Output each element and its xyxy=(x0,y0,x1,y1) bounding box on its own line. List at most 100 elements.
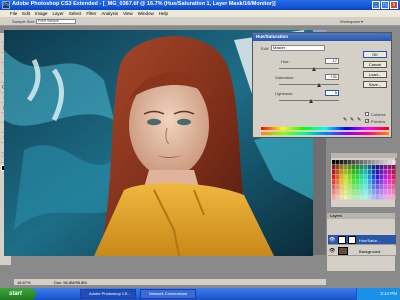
taskbar-item-photoshop[interactable]: Adobe Photoshop CS... xyxy=(80,289,136,299)
swatch[interactable] xyxy=(360,185,364,190)
swatch[interactable] xyxy=(372,185,376,190)
menu-edit[interactable]: Edit xyxy=(22,11,30,16)
swatch[interactable] xyxy=(380,195,384,200)
colorize-checkbox[interactable] xyxy=(365,112,369,116)
eyedropper-icon[interactable]: ✎ xyxy=(343,117,347,123)
swatch[interactable] xyxy=(376,190,380,195)
swatch[interactable] xyxy=(344,180,348,185)
swatch[interactable] xyxy=(344,185,348,190)
swatch[interactable] xyxy=(380,180,384,185)
swatch[interactable] xyxy=(380,170,384,175)
swatch[interactable] xyxy=(384,190,388,195)
swatch[interactable] xyxy=(340,195,344,200)
swatch[interactable] xyxy=(360,170,364,175)
swatch[interactable] xyxy=(348,190,352,195)
menu-file[interactable]: File xyxy=(10,11,17,16)
swatch[interactable] xyxy=(368,185,372,190)
swatch[interactable] xyxy=(336,160,340,165)
swatch[interactable] xyxy=(340,180,344,185)
swatch[interactable] xyxy=(372,160,376,165)
menu-view[interactable]: View xyxy=(123,11,133,16)
swatch[interactable] xyxy=(376,185,380,190)
swatch[interactable] xyxy=(356,185,360,190)
swatch[interactable] xyxy=(356,175,360,180)
swatch[interactable] xyxy=(368,160,372,165)
swatch[interactable] xyxy=(388,165,392,170)
swatch[interactable] xyxy=(348,180,352,185)
swatch[interactable] xyxy=(392,170,396,175)
swatch[interactable] xyxy=(360,175,364,180)
swatch[interactable] xyxy=(380,160,384,165)
swatch[interactable] xyxy=(384,195,388,200)
swatch[interactable] xyxy=(352,175,356,180)
swatch[interactable] xyxy=(336,165,340,170)
eye-icon[interactable]: 👁 xyxy=(329,237,335,243)
swatch[interactable] xyxy=(392,185,396,190)
swatch[interactable] xyxy=(336,195,340,200)
eyedropper-plus-icon[interactable]: ✎ xyxy=(350,117,354,123)
swatch[interactable] xyxy=(388,170,392,175)
swatch[interactable] xyxy=(388,180,392,185)
swatch[interactable] xyxy=(332,180,336,185)
swatch[interactable] xyxy=(344,195,348,200)
load-button[interactable]: Load... xyxy=(363,71,387,78)
swatch[interactable] xyxy=(336,175,340,180)
eyedropper-minus-icon[interactable]: ✎ xyxy=(357,117,361,123)
swatch[interactable] xyxy=(388,185,392,190)
swatch[interactable] xyxy=(364,170,368,175)
swatch[interactable] xyxy=(392,160,396,165)
workspace-button[interactable]: Workspace ▾ xyxy=(340,19,363,24)
swatch[interactable] xyxy=(332,175,336,180)
swatch[interactable] xyxy=(340,170,344,175)
swatch[interactable] xyxy=(392,180,396,185)
swatch[interactable] xyxy=(388,175,392,180)
swatch[interactable] xyxy=(348,195,352,200)
close-button[interactable]: x xyxy=(390,1,398,9)
swatch[interactable] xyxy=(348,165,352,170)
swatch[interactable] xyxy=(368,175,372,180)
swatch[interactable] xyxy=(376,175,380,180)
swatch[interactable] xyxy=(356,160,360,165)
swatch[interactable] xyxy=(384,175,388,180)
swatch[interactable] xyxy=(344,160,348,165)
menu-window[interactable]: Window xyxy=(138,11,154,16)
swatch[interactable] xyxy=(364,180,368,185)
menu-select[interactable]: Select xyxy=(69,11,82,16)
zoom-level[interactable]: 16.67% xyxy=(17,280,31,285)
eye-icon[interactable]: 👁 xyxy=(329,248,335,254)
swatch[interactable] xyxy=(360,160,364,165)
layer-mask-thumbnail[interactable] xyxy=(348,236,356,244)
swatch[interactable] xyxy=(380,165,384,170)
swatch[interactable] xyxy=(364,165,368,170)
swatch[interactable] xyxy=(348,175,352,180)
swatch[interactable] xyxy=(360,190,364,195)
swatch[interactable] xyxy=(332,165,336,170)
swatch[interactable] xyxy=(360,195,364,200)
swatch[interactable] xyxy=(384,165,388,170)
sample-size-select[interactable]: Point Sample xyxy=(36,19,76,24)
swatch[interactable] xyxy=(352,185,356,190)
swatch[interactable] xyxy=(340,165,344,170)
swatch[interactable] xyxy=(356,180,360,185)
swatch[interactable] xyxy=(364,185,368,190)
swatch[interactable] xyxy=(364,160,368,165)
start-button[interactable]: start xyxy=(0,288,36,300)
swatch[interactable] xyxy=(332,195,336,200)
swatch[interactable] xyxy=(368,170,372,175)
swatch[interactable] xyxy=(376,165,380,170)
swatch[interactable] xyxy=(348,170,352,175)
swatch[interactable] xyxy=(384,185,388,190)
swatch[interactable] xyxy=(344,190,348,195)
swatch[interactable] xyxy=(356,165,360,170)
lightness-input[interactable]: 5 xyxy=(325,90,339,96)
ok-button[interactable]: OK xyxy=(363,51,387,58)
swatch[interactable] xyxy=(356,195,360,200)
swatch[interactable] xyxy=(364,175,368,180)
swatch[interactable] xyxy=(372,180,376,185)
swatch[interactable] xyxy=(380,190,384,195)
swatch[interactable] xyxy=(372,175,376,180)
menu-image[interactable]: Image xyxy=(35,11,48,16)
swatch[interactable] xyxy=(348,160,352,165)
swatch[interactable] xyxy=(368,165,372,170)
menu-filter[interactable]: Filter xyxy=(86,11,96,16)
